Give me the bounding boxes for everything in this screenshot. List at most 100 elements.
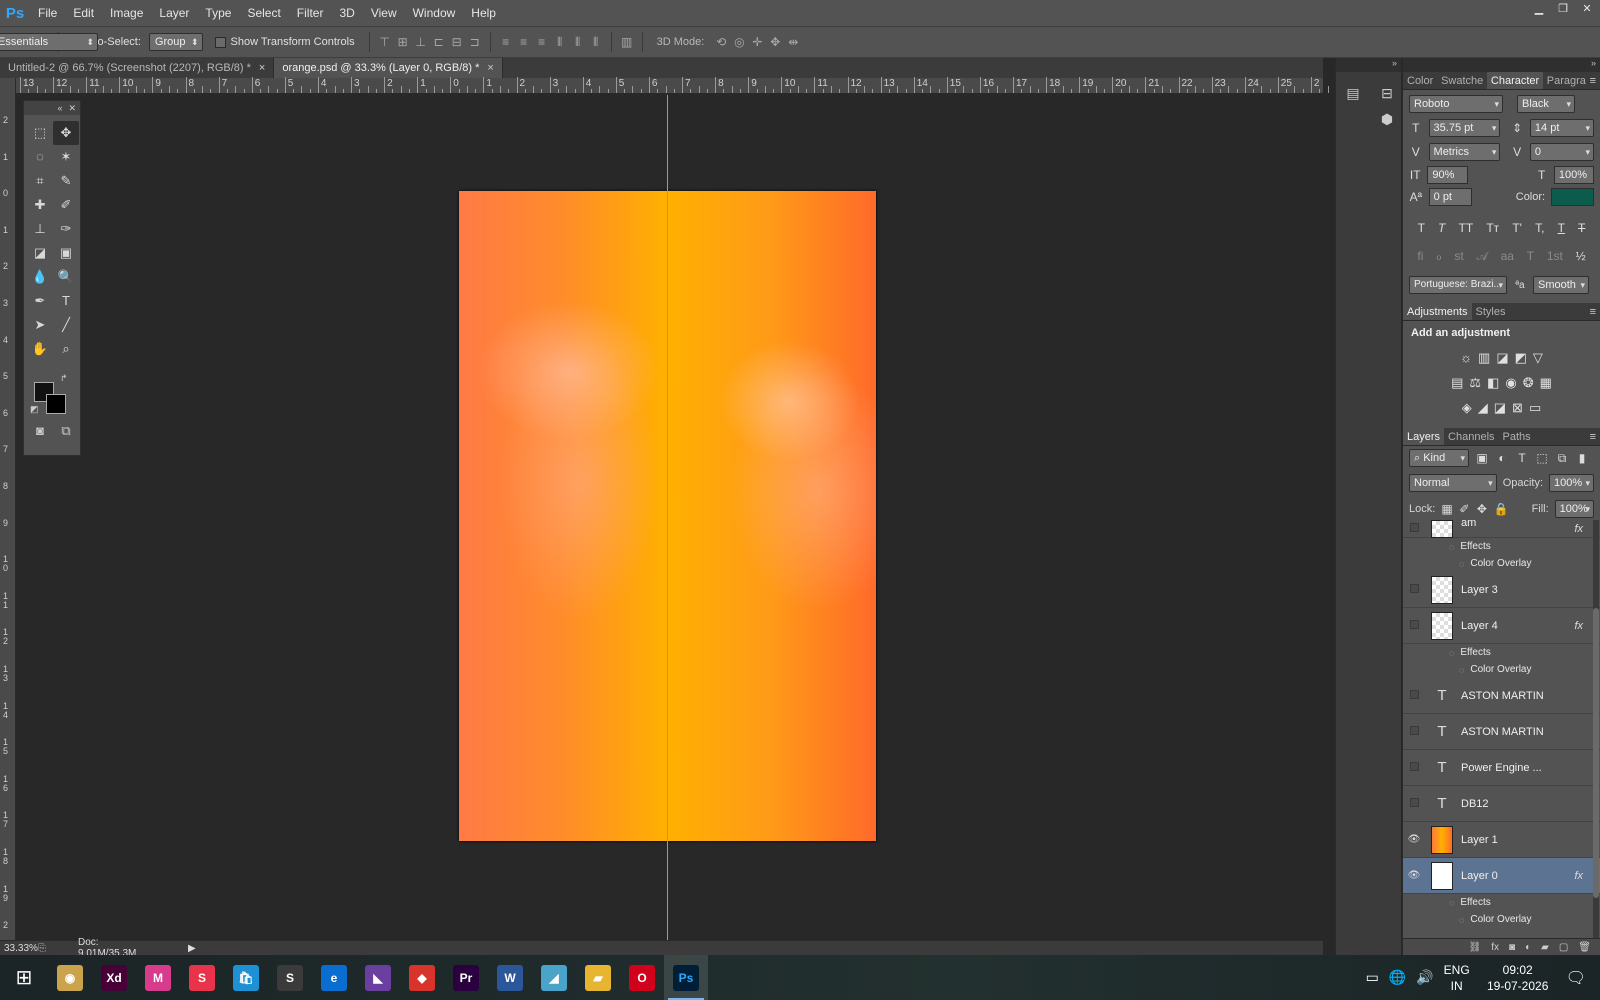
taskbar-premiere[interactable]: Pr [444, 955, 488, 1000]
3d-roll-icon[interactable]: ◎ [730, 33, 748, 51]
eye-icon[interactable]: ◌ [1449, 898, 1454, 908]
pen-tool-icon[interactable]: ✒ [27, 289, 53, 313]
ligatures-icon[interactable]: fi [1417, 249, 1423, 263]
font-size-field[interactable]: 35.75 pt [1428, 119, 1501, 137]
minimize-icon[interactable]: ▁ [1530, 2, 1548, 16]
taskbar-app-s[interactable]: S [180, 955, 224, 1000]
fractions-icon[interactable]: ½ [1576, 249, 1586, 263]
eraser-tool-icon[interactable]: ◪ [27, 241, 53, 265]
eyedropper-tool-icon[interactable]: ✎ [53, 169, 79, 193]
status-info-icon[interactable]: ⎘ [38, 943, 52, 954]
tools-panel-header[interactable]: « ✕ [24, 101, 80, 115]
fx-icon[interactable]: fx [1574, 870, 1583, 882]
taskbar-git[interactable]: ◆ [400, 955, 444, 1000]
levels-icon[interactable]: ▥ [1478, 350, 1490, 366]
taskbar-store[interactable]: 🛍 [224, 955, 268, 1000]
close-icon[interactable]: × [259, 62, 265, 74]
menu-image[interactable]: Image [102, 0, 151, 26]
eye-icon[interactable]: ◌ [1459, 665, 1464, 675]
collapse-icon[interactable]: « [57, 103, 62, 113]
taskbar-start[interactable]: ⊞ [0, 955, 48, 1000]
menu-filter[interactable]: Filter [289, 0, 332, 26]
align-hcenter-icon[interactable]: ⊟ [448, 33, 466, 51]
document-tab[interactable]: Untitled-2 @ 66.7% (Screenshot (2207), R… [0, 58, 275, 78]
zoom-level[interactable]: 33.33% [0, 943, 38, 954]
superscript-icon[interactable]: T' [1512, 221, 1522, 235]
taskbar-explorer[interactable]: ▰ [576, 955, 620, 1000]
layer-row[interactable]: Layer 3 [1403, 572, 1600, 608]
tracking-field[interactable]: 0 [1529, 143, 1595, 161]
eye-icon[interactable]: 👁 [1403, 834, 1425, 845]
new-group-icon[interactable]: ▰ [1541, 942, 1549, 953]
discretionary-ligatures-icon[interactable]: st [1454, 249, 1463, 263]
text-color-swatch[interactable] [1551, 188, 1594, 206]
filter-type-icon[interactable]: T [1515, 451, 1529, 465]
layer-filter-dropdown[interactable]: ⌕ Kind [1409, 449, 1469, 467]
menu-view[interactable]: View [363, 0, 405, 26]
align-top-icon[interactable]: ⊤ [376, 33, 394, 51]
color-balance-icon[interactable]: ⚖ [1469, 375, 1481, 391]
new-layer-icon[interactable]: ▢ [1559, 942, 1568, 953]
align-vcenter-icon[interactable]: ⊞ [394, 33, 412, 51]
eye-icon[interactable]: ◌ [1459, 915, 1464, 925]
layer-row[interactable]: T ASTON MARTIN [1403, 714, 1600, 750]
document-tab[interactable]: orange.psd @ 33.3% (Layer 0, RGB/8) * × [274, 58, 503, 78]
link-layers-icon[interactable]: ⛓ [1469, 942, 1482, 953]
layer-effect-color-overlay[interactable]: ◌ Color Overlay [1403, 555, 1600, 572]
stylistic-alternates-icon[interactable]: aa [1501, 249, 1514, 263]
exposure-icon[interactable]: ◩ [1515, 350, 1527, 366]
filter-adjustment-icon[interactable]: ◐ [1495, 451, 1509, 465]
panel-menu-icon[interactable]: ≡ [1590, 72, 1600, 89]
distribute-hcenter-icon[interactable]: ⦀ [569, 33, 587, 51]
move-tool-icon[interactable]: ✥ [53, 121, 79, 145]
faux-bold-icon[interactable]: T [1418, 221, 1425, 235]
tab-adjustments[interactable]: Adjustments [1403, 303, 1472, 320]
layer-row[interactable]: T DB12 [1403, 786, 1600, 822]
layers-scrollbar[interactable] [1593, 520, 1599, 938]
small-caps-icon[interactable]: Tт [1486, 221, 1499, 235]
taskbar-xd[interactable]: Xd [92, 955, 136, 1000]
align-right-icon[interactable]: ⊐ [466, 33, 484, 51]
tab-character[interactable]: Character [1486, 72, 1543, 89]
crop-tool-icon[interactable]: ⌗ [27, 169, 53, 193]
layer-row[interactable]: am fx [1403, 520, 1600, 538]
curves-icon[interactable]: ◪ [1496, 350, 1508, 366]
filter-toggle-icon[interactable]: ▮ [1575, 451, 1589, 465]
distribute-bottom-icon[interactable]: ≡ [533, 33, 551, 51]
panel-menu-icon[interactable]: ≡ [1590, 428, 1600, 445]
faux-italic-icon[interactable]: T [1438, 221, 1445, 235]
healing-brush-tool-icon[interactable]: ✚ [27, 193, 53, 217]
layers-list[interactable]: am fx ◌ Effects ◌ Color Overlay Layer 3 Layer 4… [1403, 520, 1600, 938]
taskbar-word[interactable]: W [488, 955, 532, 1000]
layer-effect-color-overlay[interactable]: ◌ Color Overlay [1403, 911, 1600, 928]
font-family-dropdown[interactable]: Roboto [1409, 95, 1503, 113]
visibility-toggle[interactable] [1403, 761, 1425, 774]
distribute-left-icon[interactable]: ⦀ [551, 33, 569, 51]
swap-colors-icon[interactable]: ↱ [60, 373, 68, 384]
channel-mixer-icon[interactable]: ❂ [1523, 375, 1534, 391]
zoom-tool-icon[interactable]: ⌕ [53, 337, 79, 361]
align-bottom-icon[interactable]: ⊥ [412, 33, 430, 51]
baseline-shift-field[interactable]: 0 pt [1428, 188, 1472, 206]
tab-paths[interactable]: Paths [1499, 428, 1535, 445]
visibility-toggle[interactable] [1403, 797, 1425, 810]
layer-effects[interactable]: ◌ Effects [1403, 644, 1600, 661]
close-icon[interactable]: ✕ [1578, 2, 1596, 16]
horizontal-ruler[interactable]: 13 12 11 10 9 8 7 6 5 4 3 2 1 0 1 2 3 4 5 6 7 8 9 10 11 12 13 14 15 1… [16, 77, 1337, 94]
antialias-dropdown[interactable]: Smooth [1533, 276, 1589, 294]
new-adjustment-icon[interactable]: ◐ [1525, 942, 1531, 953]
hue-saturation-icon[interactable]: ▤ [1451, 375, 1463, 391]
tab-swatche[interactable]: Swatche [1437, 72, 1487, 89]
battery-icon[interactable]: ▭ [1366, 969, 1379, 986]
workspace-dropdown[interactable]: Essentials [0, 33, 98, 51]
taskbar-vs[interactable]: ◣ [356, 955, 400, 1000]
taskbar-photoshop[interactable]: Ps [664, 955, 708, 1000]
underline-icon[interactable]: T [1558, 221, 1565, 235]
quick-mask-icon[interactable]: ◙ [30, 423, 50, 438]
visibility-toggle[interactable] [1403, 583, 1425, 596]
gradient-tool-icon[interactable]: ▣ [53, 241, 79, 265]
menu-layer[interactable]: Layer [151, 0, 197, 26]
fx-icon[interactable]: fx [1574, 620, 1583, 632]
taskbar-app-m[interactable]: M [136, 955, 180, 1000]
layer-effects[interactable]: ◌ Effects [1403, 538, 1600, 555]
